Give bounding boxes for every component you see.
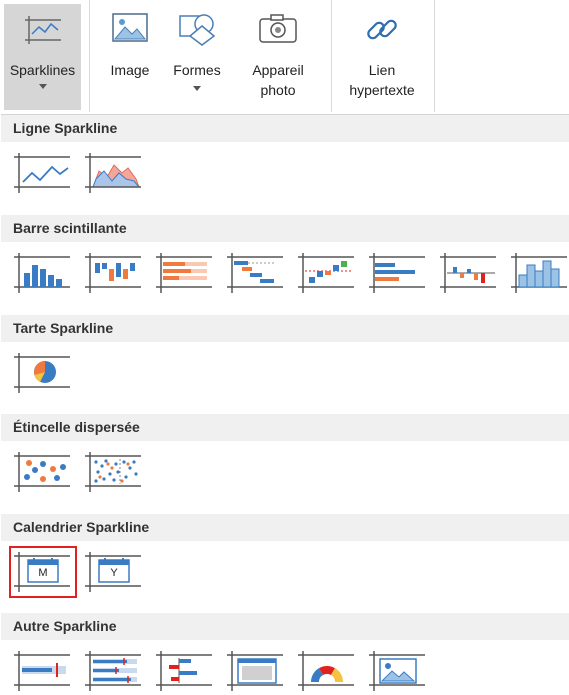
image-button[interactable]: Image [100,4,160,110]
window-sparkline-icon [227,651,283,691]
section-header-autre: Autre Sparkline [1,613,569,640]
histogram-sparkline-icon [511,253,567,293]
sparkline-chart-icon [23,12,63,51]
picture-sparkline-item[interactable] [368,649,428,693]
stacked-bar-sparkline-item[interactable] [155,251,215,295]
shapes-icon [178,12,216,49]
image-sparkline-item[interactable] [226,649,286,693]
sparklines-button[interactable]: Sparklines [4,4,81,110]
section-header-tarte: Tarte Sparkline [1,315,569,342]
spread-bar-sparkline-icon [440,253,496,293]
formes-label: Formes [173,62,221,78]
section-header-calendrier: Calendrier Sparkline [1,514,569,541]
month-calendar-sparkline-item[interactable]: M [9,546,77,598]
histogram-sparkline-item[interactable] [510,251,569,295]
ribbon-divider [331,0,332,112]
bullet-bar-sparkline-icon [369,253,425,293]
dense-scatter-sparkline-icon [85,452,141,492]
year-calendar-sparkline-item[interactable]: Y [84,550,144,594]
section-header-ligne: Ligne Sparkline [1,115,569,142]
spread-bar-sparkline-item[interactable] [439,251,499,295]
vari-sparkline-item[interactable] [297,251,357,295]
photo-label: photo [260,82,296,98]
winloss-sparkline-icon [85,253,141,293]
ribbon: Sparklines Image Formes Appareil photo L… [0,0,569,114]
sparkline-gallery: Ligne Sparkline Barre scintillante Tarte… [1,114,569,695]
lien-hypertexte-button[interactable]: Lien hypertexte [340,4,424,110]
cascade-sparkline-icon [227,253,283,293]
image-label: Image [110,62,150,78]
section-header-barre: Barre scintillante [1,215,569,242]
bullet-sparkline-item[interactable] [13,649,73,693]
column-sparkline-item[interactable] [13,251,73,295]
picture-sparkline-icon [369,651,425,691]
image-icon [112,12,148,47]
appareil-photo-button[interactable]: Appareil photo [238,4,318,110]
cascade-sparkline-item[interactable] [226,251,286,295]
bullet-sparkline-icon [14,651,70,691]
scatter-sparkline-item[interactable] [13,450,73,494]
camera-icon [258,12,298,47]
ribbon-divider [89,0,90,112]
ribbon-divider [434,0,435,112]
vari-sparkline-icon [298,253,354,293]
line-sparkline-icon [14,153,70,193]
stacked-bar-sparkline-icon [156,253,212,293]
chevron-down-icon [193,86,201,91]
appareil-label: Appareil [252,62,304,78]
scatter-sparkline-icon [14,452,70,492]
winloss-sparkline-item[interactable] [84,251,144,295]
link-icon [364,12,400,51]
pie-sparkline-item[interactable] [13,351,73,395]
formes-button[interactable]: Formes [164,4,230,110]
section-header-etincelle: Étincelle dispersée [1,414,569,441]
hbar-sparkline-item[interactable] [155,649,215,693]
area-sparkline-item[interactable] [84,151,144,195]
lien-label: Lien [368,62,396,78]
range-bullet-sparkline-item[interactable] [84,649,144,693]
hbar-sparkline-icon [156,651,212,691]
line-sparkline-item[interactable] [13,151,73,195]
hypertexte-label: hypertexte [349,82,415,98]
column-sparkline-icon [14,253,70,293]
range-bullet-sparkline-icon [85,651,141,691]
month-glyph: M [38,567,48,579]
gauge-sparkline-item[interactable] [297,649,357,693]
dense-scatter-sparkline-item[interactable] [84,450,144,494]
year-glyph: Y [110,567,118,579]
bullet-bar-sparkline-item[interactable] [368,251,428,295]
area-sparkline-icon [85,153,141,193]
pie-sparkline-icon [14,353,70,393]
gauge-sparkline-icon [298,651,354,691]
sparklines-label: Sparklines [9,62,76,78]
chevron-down-icon [38,84,47,89]
